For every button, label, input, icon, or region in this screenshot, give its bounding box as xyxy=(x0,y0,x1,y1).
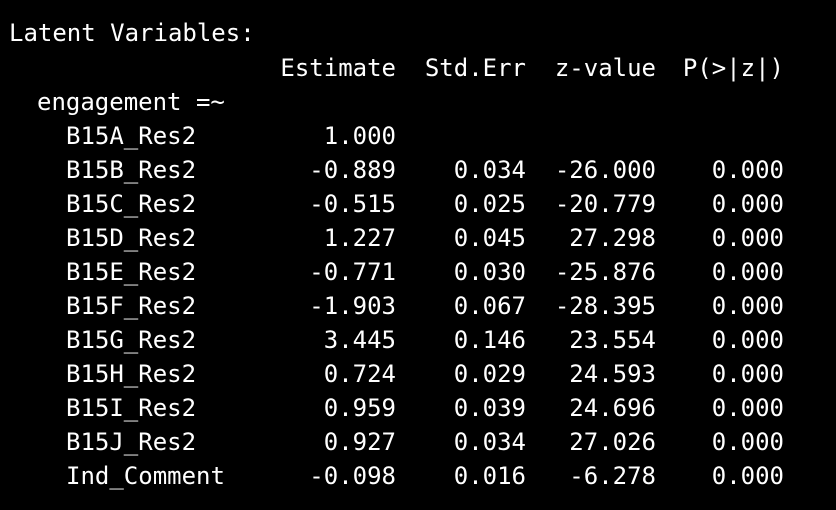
z-value-cell: 24.593 xyxy=(569,360,656,388)
std-err-cell: 0.039 xyxy=(453,394,526,422)
std-err-cell: 0.029 xyxy=(453,360,526,388)
variable-name: B15I_Res2 xyxy=(66,394,197,422)
p-value-cell: 0.000 xyxy=(711,258,784,286)
estimate-cell: 1.000 xyxy=(323,122,396,150)
variable-name: B15A_Res2 xyxy=(66,122,197,150)
group-label: engagement =~ xyxy=(37,88,225,116)
variable-name: B15J_Res2 xyxy=(66,428,197,456)
std-err-cell: 0.034 xyxy=(453,428,526,456)
header-z-value: z-value xyxy=(554,54,656,82)
p-value-cell: 0.000 xyxy=(711,394,784,422)
estimate-cell: 3.445 xyxy=(323,326,396,354)
p-value-cell: 0.000 xyxy=(711,156,784,184)
table-row: B15A_Res2 1.000 xyxy=(0,119,836,153)
z-value-cell: -26.000 xyxy=(554,156,656,184)
variable-name: B15B_Res2 xyxy=(66,156,197,184)
std-err-cell: 0.146 xyxy=(453,326,526,354)
std-err-cell: 0.030 xyxy=(453,258,526,286)
z-value-cell: 24.696 xyxy=(569,394,656,422)
table-row: B15G_Res2 3.445 0.146 23.554 0.000 xyxy=(0,323,836,357)
table-row: B15B_Res2 -0.889 0.034 -26.000 0.000 xyxy=(0,153,836,187)
table-row: B15I_Res2 0.959 0.039 24.696 0.000 xyxy=(0,391,836,425)
z-value-cell: -28.395 xyxy=(554,292,656,320)
z-value-cell: -6.278 xyxy=(569,462,656,490)
table-row: Ind_Comment -0.098 0.016 -6.278 0.000 xyxy=(0,459,836,493)
estimate-cell: -0.889 xyxy=(309,156,396,184)
header-std-err: Std.Err xyxy=(424,54,526,82)
p-value-cell: 0.000 xyxy=(711,326,784,354)
estimate-cell: -0.098 xyxy=(309,462,396,490)
variable-name: B15H_Res2 xyxy=(66,360,197,388)
z-value-cell: 27.026 xyxy=(569,428,656,456)
table-row: B15F_Res2 -1.903 0.067 -28.395 0.000 xyxy=(0,289,836,323)
estimate-cell: 1.227 xyxy=(323,224,396,252)
table-row: B15E_Res2 -0.771 0.030 -25.876 0.000 xyxy=(0,255,836,289)
estimate-cell: -1.903 xyxy=(309,292,396,320)
table-row: B15C_Res2 -0.515 0.025 -20.779 0.000 xyxy=(0,187,836,221)
table-row: B15H_Res2 0.724 0.029 24.593 0.000 xyxy=(0,357,836,391)
variable-name: Ind_Comment xyxy=(66,462,225,490)
variable-name: B15E_Res2 xyxy=(66,258,197,286)
p-value-cell: 0.000 xyxy=(711,292,784,320)
std-err-cell: 0.067 xyxy=(453,292,526,320)
std-err-cell: 0.016 xyxy=(453,462,526,490)
estimate-cell: 0.724 xyxy=(323,360,396,388)
p-value-cell: 0.000 xyxy=(711,428,784,456)
p-value-cell: 0.000 xyxy=(711,360,784,388)
column-headers: Estimate Std.Err z-value P(>|z|) xyxy=(0,51,836,85)
std-err-cell: 0.034 xyxy=(453,156,526,184)
variable-name: B15F_Res2 xyxy=(66,292,197,320)
p-value-cell: 0.000 xyxy=(711,224,784,252)
p-value-cell: 0.000 xyxy=(711,190,784,218)
header-estimate: Estimate xyxy=(280,54,396,82)
z-value-cell: -25.876 xyxy=(554,258,656,286)
variable-name: B15C_Res2 xyxy=(66,190,197,218)
z-value-cell: 23.554 xyxy=(569,326,656,354)
z-value-cell: -20.779 xyxy=(554,190,656,218)
estimate-cell: 0.927 xyxy=(323,428,396,456)
table-row: B15D_Res2 1.227 0.045 27.298 0.000 xyxy=(0,221,836,255)
p-value-cell: 0.000 xyxy=(711,462,784,490)
variable-name: B15G_Res2 xyxy=(66,326,197,354)
header-p-value: P(>|z|) xyxy=(682,54,784,82)
estimate-cell: -0.515 xyxy=(309,190,396,218)
std-err-cell: 0.045 xyxy=(453,224,526,252)
std-err-cell: 0.025 xyxy=(453,190,526,218)
estimate-cell: 0.959 xyxy=(323,394,396,422)
table-row: B15J_Res2 0.927 0.034 27.026 0.000 xyxy=(0,425,836,459)
variable-name: B15D_Res2 xyxy=(66,224,197,252)
estimate-cell: -0.771 xyxy=(309,258,396,286)
section-title: Latent Variables: xyxy=(9,19,255,47)
z-value-cell: 27.298 xyxy=(569,224,656,252)
